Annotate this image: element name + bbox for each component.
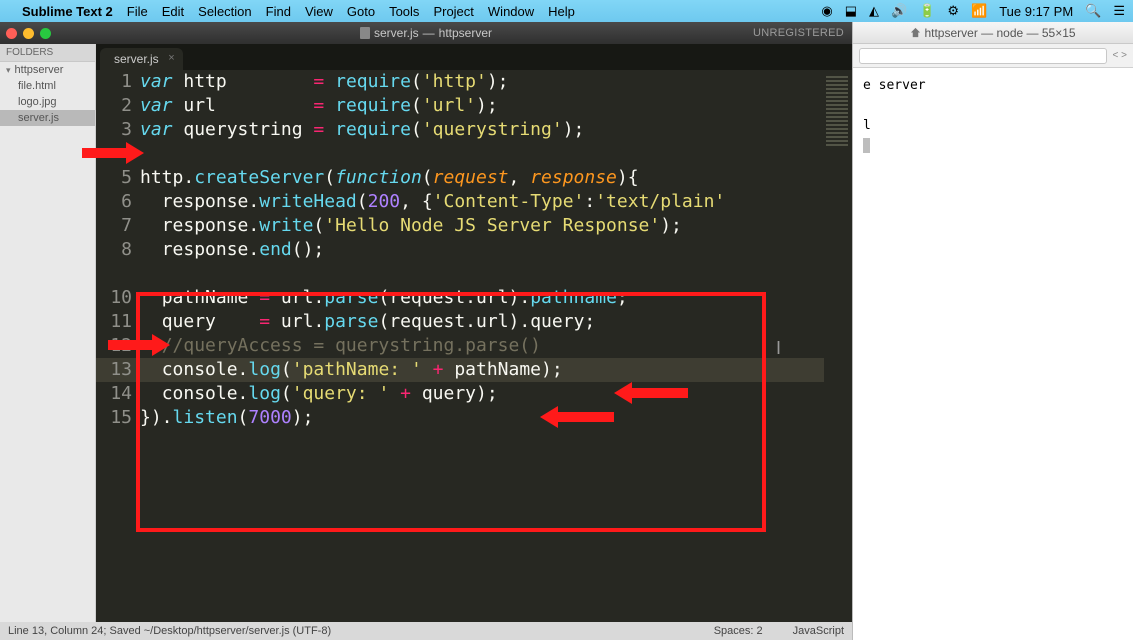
sidebar-file-selected[interactable]: server.js bbox=[0, 110, 95, 126]
wifi-icon[interactable]: 📶 bbox=[971, 3, 987, 19]
menu-find[interactable]: Find bbox=[266, 4, 291, 19]
terminal-pager[interactable]: < > bbox=[1113, 50, 1127, 61]
terminal-tabstrip: < > bbox=[853, 44, 1133, 68]
menu-project[interactable]: Project bbox=[433, 4, 473, 19]
notifications-icon[interactable]: ☰ bbox=[1113, 3, 1125, 19]
menu-edit[interactable]: Edit bbox=[162, 4, 184, 19]
menu-file[interactable]: File bbox=[127, 4, 148, 19]
window-title-sep: — bbox=[423, 26, 435, 40]
status-left: Line 13, Column 24; Saved ~/Desktop/http… bbox=[8, 625, 331, 637]
dropbox-icon[interactable]: ⬓ bbox=[845, 3, 857, 19]
menu-help[interactable]: Help bbox=[548, 4, 575, 19]
menu-selection[interactable]: Selection bbox=[198, 4, 251, 19]
home-icon bbox=[910, 27, 921, 38]
spotlight-icon[interactable]: 🔍 bbox=[1085, 3, 1101, 19]
tab-server-js[interactable]: server.js × bbox=[100, 48, 183, 70]
sidebar-header: FOLDERS bbox=[0, 44, 95, 62]
zoom-window-icon[interactable] bbox=[40, 28, 51, 39]
minimize-window-icon[interactable] bbox=[23, 28, 34, 39]
tab-label: server.js bbox=[114, 52, 159, 66]
status-bar: Line 13, Column 24; Saved ~/Desktop/http… bbox=[0, 622, 852, 640]
close-window-icon[interactable] bbox=[6, 28, 17, 39]
app-name[interactable]: Sublime Text 2 bbox=[22, 4, 113, 19]
line-gutter: 1 2 3 4 5 6 7 8 10 11 12 13 14 15 bbox=[96, 70, 140, 430]
sublime-titlebar[interactable]: server.js — httpserver UNREGISTERED bbox=[0, 22, 852, 44]
sublime-window: server.js — httpserver UNREGISTERED FOLD… bbox=[0, 22, 852, 640]
close-tab-icon[interactable]: × bbox=[168, 52, 174, 64]
wifi-icon[interactable]: ⚙ bbox=[947, 3, 959, 19]
macos-menubar: Sublime Text 2 File Edit Selection Find … bbox=[0, 0, 1133, 22]
clock[interactable]: Tue 9:17 PM bbox=[999, 4, 1073, 19]
window-title-project: httpserver bbox=[439, 26, 492, 40]
sidebar-folder-root[interactable]: httpserver bbox=[0, 62, 95, 78]
status-language[interactable]: JavaScript bbox=[793, 625, 844, 637]
battery-icon[interactable]: 🔋 bbox=[919, 3, 935, 19]
text-cursor-icon: I bbox=[776, 338, 781, 359]
workspace: server.js — httpserver UNREGISTERED FOLD… bbox=[0, 22, 1133, 640]
terminal-cursor bbox=[863, 138, 870, 153]
document-icon bbox=[360, 27, 370, 39]
window-title-file: server.js bbox=[374, 26, 419, 40]
terminal-title: httpserver — node — 55×15 bbox=[924, 26, 1075, 40]
code-body[interactable]: var http = require('http'); var url = re… bbox=[140, 70, 824, 430]
sidebar-file[interactable]: file.html bbox=[0, 78, 95, 94]
sidebar: FOLDERS httpserver file.html logo.jpg se… bbox=[0, 44, 96, 622]
terminal-window: httpserver — node — 55×15 < > e server l bbox=[852, 22, 1133, 640]
terminal-path-field[interactable] bbox=[859, 48, 1107, 64]
minimap[interactable] bbox=[824, 70, 852, 622]
tab-bar: server.js × bbox=[96, 44, 852, 70]
circle-icon[interactable]: ◉ bbox=[821, 3, 832, 19]
volume-icon[interactable]: 🔊 bbox=[891, 3, 907, 19]
terminal-titlebar[interactable]: httpserver — node — 55×15 bbox=[853, 22, 1133, 44]
menu-window[interactable]: Window bbox=[488, 4, 534, 19]
sidebar-file[interactable]: logo.jpg bbox=[0, 94, 95, 110]
gdrive-icon[interactable]: ◭ bbox=[869, 3, 879, 19]
terminal-body[interactable]: e server l bbox=[853, 68, 1133, 640]
menu-goto[interactable]: Goto bbox=[347, 4, 375, 19]
unregistered-label: UNREGISTERED bbox=[753, 27, 844, 39]
status-spaces[interactable]: Spaces: 2 bbox=[714, 625, 763, 637]
menu-view[interactable]: View bbox=[305, 4, 333, 19]
menu-tools[interactable]: Tools bbox=[389, 4, 419, 19]
code-editor[interactable]: 1 2 3 4 5 6 7 8 10 11 12 13 14 15 var ht… bbox=[96, 70, 824, 622]
